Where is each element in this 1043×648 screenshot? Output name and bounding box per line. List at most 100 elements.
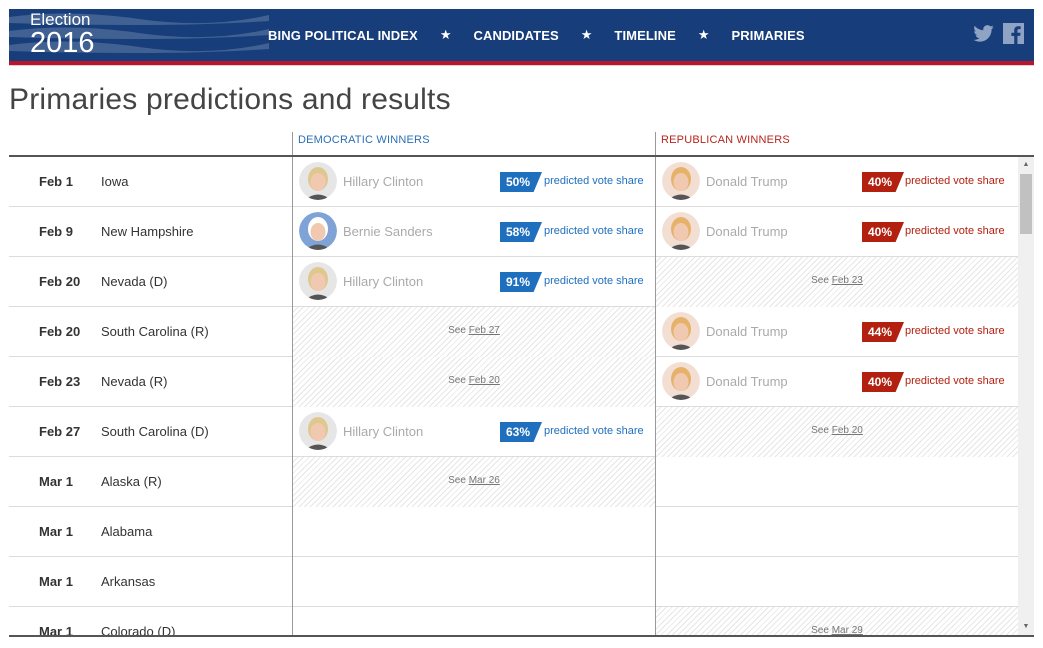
see-reference: See Feb 20: [656, 425, 1018, 436]
column-divider: [655, 132, 656, 156]
header-accent-line-light: [9, 65, 1034, 66]
vote-share-badge: 40%: [862, 172, 904, 192]
table-row: Feb 20 South Carolina (R) See Feb 27 Donald…: [9, 307, 1018, 357]
rep-winner-cell: See Feb 20: [655, 407, 1018, 457]
twitter-icon[interactable]: [973, 25, 994, 42]
primary-state[interactable]: Colorado (D): [101, 624, 175, 635]
candidate-avatar[interactable]: [299, 262, 337, 300]
rep-winner-cell: See Mar 29: [655, 607, 1018, 636]
table-row: Feb 9 New Hampshire Bernie Sanders 58% predi…: [9, 207, 1018, 257]
scroll-up-arrow-icon[interactable]: ▲: [1018, 157, 1034, 173]
candidate-avatar[interactable]: [299, 162, 337, 200]
see-date-link[interactable]: Feb 27: [469, 325, 500, 336]
candidate-name[interactable]: Bernie Sanders: [343, 224, 433, 239]
candidate-name[interactable]: Hillary Clinton: [343, 274, 423, 289]
candidate-name[interactable]: Hillary Clinton: [343, 174, 423, 189]
primary-state[interactable]: Nevada (D): [101, 274, 167, 289]
see-date-link[interactable]: Mar 26: [469, 475, 500, 486]
see-date-link[interactable]: Feb 20: [469, 375, 500, 386]
vote-share-badge: 58%: [500, 222, 542, 242]
election-logo[interactable]: Election 2016: [30, 11, 95, 59]
scroll-down-arrow-icon[interactable]: ▼: [1018, 619, 1034, 635]
see-date-link[interactable]: Mar 29: [832, 625, 863, 635]
see-date-link[interactable]: Feb 20: [832, 425, 863, 436]
vote-share-badge: 40%: [862, 222, 904, 242]
primaries-rows: Feb 1 Iowa Hillary Clinton 50% predicted vot…: [9, 157, 1018, 637]
candidate-name[interactable]: Donald Trump: [706, 174, 788, 189]
vertical-scrollbar[interactable]: ▲ ▼: [1018, 157, 1034, 635]
primary-date: Mar 1: [39, 574, 73, 589]
table-row: Feb 1 Iowa Hillary Clinton 50% predicted vot…: [9, 157, 1018, 207]
candidate-name[interactable]: Hillary Clinton: [343, 424, 423, 439]
candidate-avatar[interactable]: [299, 412, 337, 450]
nav-primaries[interactable]: PRIMARIES: [732, 28, 805, 43]
nav-candidates[interactable]: CANDIDATES: [473, 28, 558, 43]
vote-share-badge: 63%: [500, 422, 542, 442]
primary-date: Mar 1: [39, 524, 73, 539]
primary-state[interactable]: Alabama: [101, 524, 152, 539]
predicted-vote-share-label: predicted vote share: [544, 175, 644, 187]
nav-bing-political-index[interactable]: BING POLITICAL INDEX: [268, 28, 418, 43]
dem-winner-cell: [292, 557, 655, 607]
vote-share-badge: 40%: [862, 372, 904, 392]
candidate-avatar[interactable]: [662, 312, 700, 350]
rep-winner-cell: Donald Trump 44% predicted vote share: [655, 307, 1018, 357]
primary-state[interactable]: South Carolina (D): [101, 424, 209, 439]
primary-state[interactable]: South Carolina (R): [101, 324, 209, 339]
rep-winner-cell: [655, 457, 1018, 507]
dem-winner-cell: See Feb 27: [292, 307, 655, 357]
see-reference: See Feb 23: [656, 275, 1018, 286]
vote-share-badge: 50%: [500, 172, 542, 192]
primaries-table: Feb 1 Iowa Hillary Clinton 50% predicted vot…: [9, 155, 1034, 637]
candidate-avatar[interactable]: [662, 362, 700, 400]
primary-date: Feb 27: [39, 424, 81, 439]
facebook-icon[interactable]: [1003, 23, 1024, 44]
nav-timeline[interactable]: TIMELINE: [614, 28, 675, 43]
candidate-name[interactable]: Donald Trump: [706, 324, 788, 339]
table-row: Mar 1 Arkansas: [9, 557, 1018, 607]
rep-winner-cell: [655, 557, 1018, 607]
see-label: See: [811, 425, 829, 436]
primary-state[interactable]: Arkansas: [101, 574, 155, 589]
candidate-avatar[interactable]: [662, 162, 700, 200]
republican-winners-header: REPUBLICAN WINNERS: [661, 134, 790, 146]
table-row: Mar 1 Alabama: [9, 507, 1018, 557]
see-label: See: [811, 625, 829, 636]
primary-date: Feb 9: [39, 224, 73, 239]
see-label: See: [448, 325, 466, 336]
scrollbar-thumb[interactable]: [1020, 174, 1032, 234]
dem-winner-cell: Hillary Clinton 63% predicted vote share: [292, 407, 655, 457]
dem-winner-cell: [292, 607, 655, 635]
primary-state[interactable]: Iowa: [101, 174, 128, 189]
logo-line-2: 2016: [30, 27, 95, 59]
primary-date: Mar 1: [39, 624, 73, 637]
primary-date: Feb 20: [39, 274, 81, 289]
dem-winner-cell: Bernie Sanders 58% predicted vote share: [292, 207, 655, 257]
primary-date: Feb 23: [39, 374, 81, 389]
social-links: [973, 23, 1024, 44]
primary-state[interactable]: Nevada (R): [101, 374, 167, 389]
see-label: See: [811, 275, 829, 286]
see-reference: See Mar 29: [656, 625, 1018, 636]
table-row: Feb 20 Nevada (D) Hillary Clinton 91% predic…: [9, 257, 1018, 307]
primary-date: Mar 1: [39, 474, 73, 489]
nav-separator-star: ★: [697, 27, 710, 42]
see-reference: See Feb 20: [293, 375, 655, 386]
dem-winner-cell: [292, 507, 655, 557]
dem-winner-cell: Hillary Clinton 50% predicted vote share: [292, 157, 655, 207]
rep-winner-cell: See Feb 23: [655, 257, 1018, 307]
primary-state[interactable]: New Hampshire: [101, 224, 193, 239]
candidate-avatar[interactable]: [662, 212, 700, 250]
table-row: Mar 1 Alaska (R) See Mar 26: [9, 457, 1018, 507]
candidate-avatar[interactable]: [299, 212, 337, 250]
dem-winner-cell: See Mar 26: [292, 457, 655, 507]
primary-date: Feb 1: [39, 174, 73, 189]
predicted-vote-share-label: predicted vote share: [905, 225, 1005, 237]
rep-winner-cell: Donald Trump 40% predicted vote share: [655, 357, 1018, 407]
see-date-link[interactable]: Feb 23: [832, 275, 863, 286]
candidate-name[interactable]: Donald Trump: [706, 374, 788, 389]
table-row: Mar 1 Colorado (D) See Mar 29: [9, 607, 1018, 637]
candidate-name[interactable]: Donald Trump: [706, 224, 788, 239]
primary-date: Feb 20: [39, 324, 81, 339]
primary-state[interactable]: Alaska (R): [101, 474, 162, 489]
